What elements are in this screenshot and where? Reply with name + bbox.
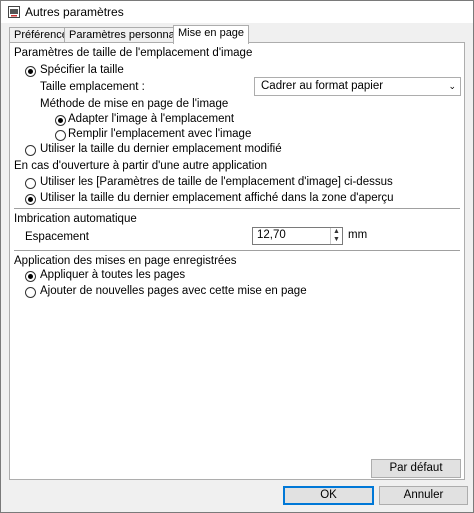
saved-layouts-heading: Application des mises en page enregistré… xyxy=(14,255,237,267)
specify-size-label: Spécifier la taille xyxy=(40,64,124,76)
layout-method-label: Méthode de mise en page de l'image xyxy=(40,98,229,110)
fit-image-radio[interactable] xyxy=(55,115,66,126)
specify-size-radio[interactable] xyxy=(25,66,36,77)
divider xyxy=(14,208,460,209)
use-last-modified-radio[interactable] xyxy=(25,145,36,156)
dialog-window: Autres paramètres Préférences Paramètres… xyxy=(0,0,474,513)
app-icon xyxy=(8,6,20,18)
layout-panel: Paramètres de taille de l'emplacement d'… xyxy=(9,42,465,480)
divider xyxy=(14,250,460,251)
open-other-app-heading: En cas d'ouverture à partir d'une autre … xyxy=(14,160,268,172)
use-params-above-label: Utiliser les [Paramètres de taille de l'… xyxy=(40,176,393,188)
apply-all-radio[interactable] xyxy=(25,271,36,282)
spacing-input[interactable]: 12,70 xyxy=(257,229,286,241)
auto-nesting-heading: Imbrication automatique xyxy=(14,213,137,225)
slot-size-heading: Paramètres de taille de l'emplacement d'… xyxy=(14,47,253,59)
spinner-buttons: ▲ ▼ xyxy=(330,228,342,244)
apply-all-label: Appliquer à toutes les pages xyxy=(40,269,186,281)
spacing-stepper[interactable]: 12,70 ▲ ▼ xyxy=(252,227,343,245)
spin-down-icon[interactable]: ▼ xyxy=(331,236,342,244)
slot-size-value: Cadrer au format papier xyxy=(261,80,384,92)
use-last-modified-label: Utiliser la taille du dernier emplacemen… xyxy=(40,143,282,155)
fit-image-label: Adapter l'image à l'emplacement xyxy=(68,113,235,125)
cancel-button[interactable]: Annuler xyxy=(379,486,468,505)
slot-size-select[interactable]: Cadrer au format papier ⌄ xyxy=(254,77,461,96)
window-title: Autres paramètres xyxy=(25,5,124,19)
fill-slot-label: Remplir l'emplacement avec l'image xyxy=(68,128,252,140)
chevron-down-icon: ⌄ xyxy=(448,81,456,91)
fill-slot-radio[interactable] xyxy=(55,130,66,141)
tab-label: Mise en page xyxy=(178,27,245,39)
ok-button[interactable]: OK xyxy=(283,486,374,505)
spin-up-icon[interactable]: ▲ xyxy=(331,228,342,236)
use-last-preview-label: Utiliser la taille du dernier emplacemen… xyxy=(40,192,394,204)
slot-size-label: Taille emplacement : xyxy=(40,81,145,93)
spacing-unit: mm xyxy=(348,229,368,241)
use-last-preview-radio[interactable] xyxy=(25,194,36,205)
use-params-above-radio[interactable] xyxy=(25,178,36,189)
tab-layout[interactable]: Mise en page xyxy=(173,25,250,44)
add-new-pages-label: Ajouter de nouvelles pages avec cette mi… xyxy=(40,285,307,297)
add-new-pages-radio[interactable] xyxy=(25,287,36,298)
title-bar: Autres paramètres xyxy=(1,1,473,23)
spacing-label: Espacement xyxy=(25,231,89,243)
default-button[interactable]: Par défaut xyxy=(371,459,461,478)
